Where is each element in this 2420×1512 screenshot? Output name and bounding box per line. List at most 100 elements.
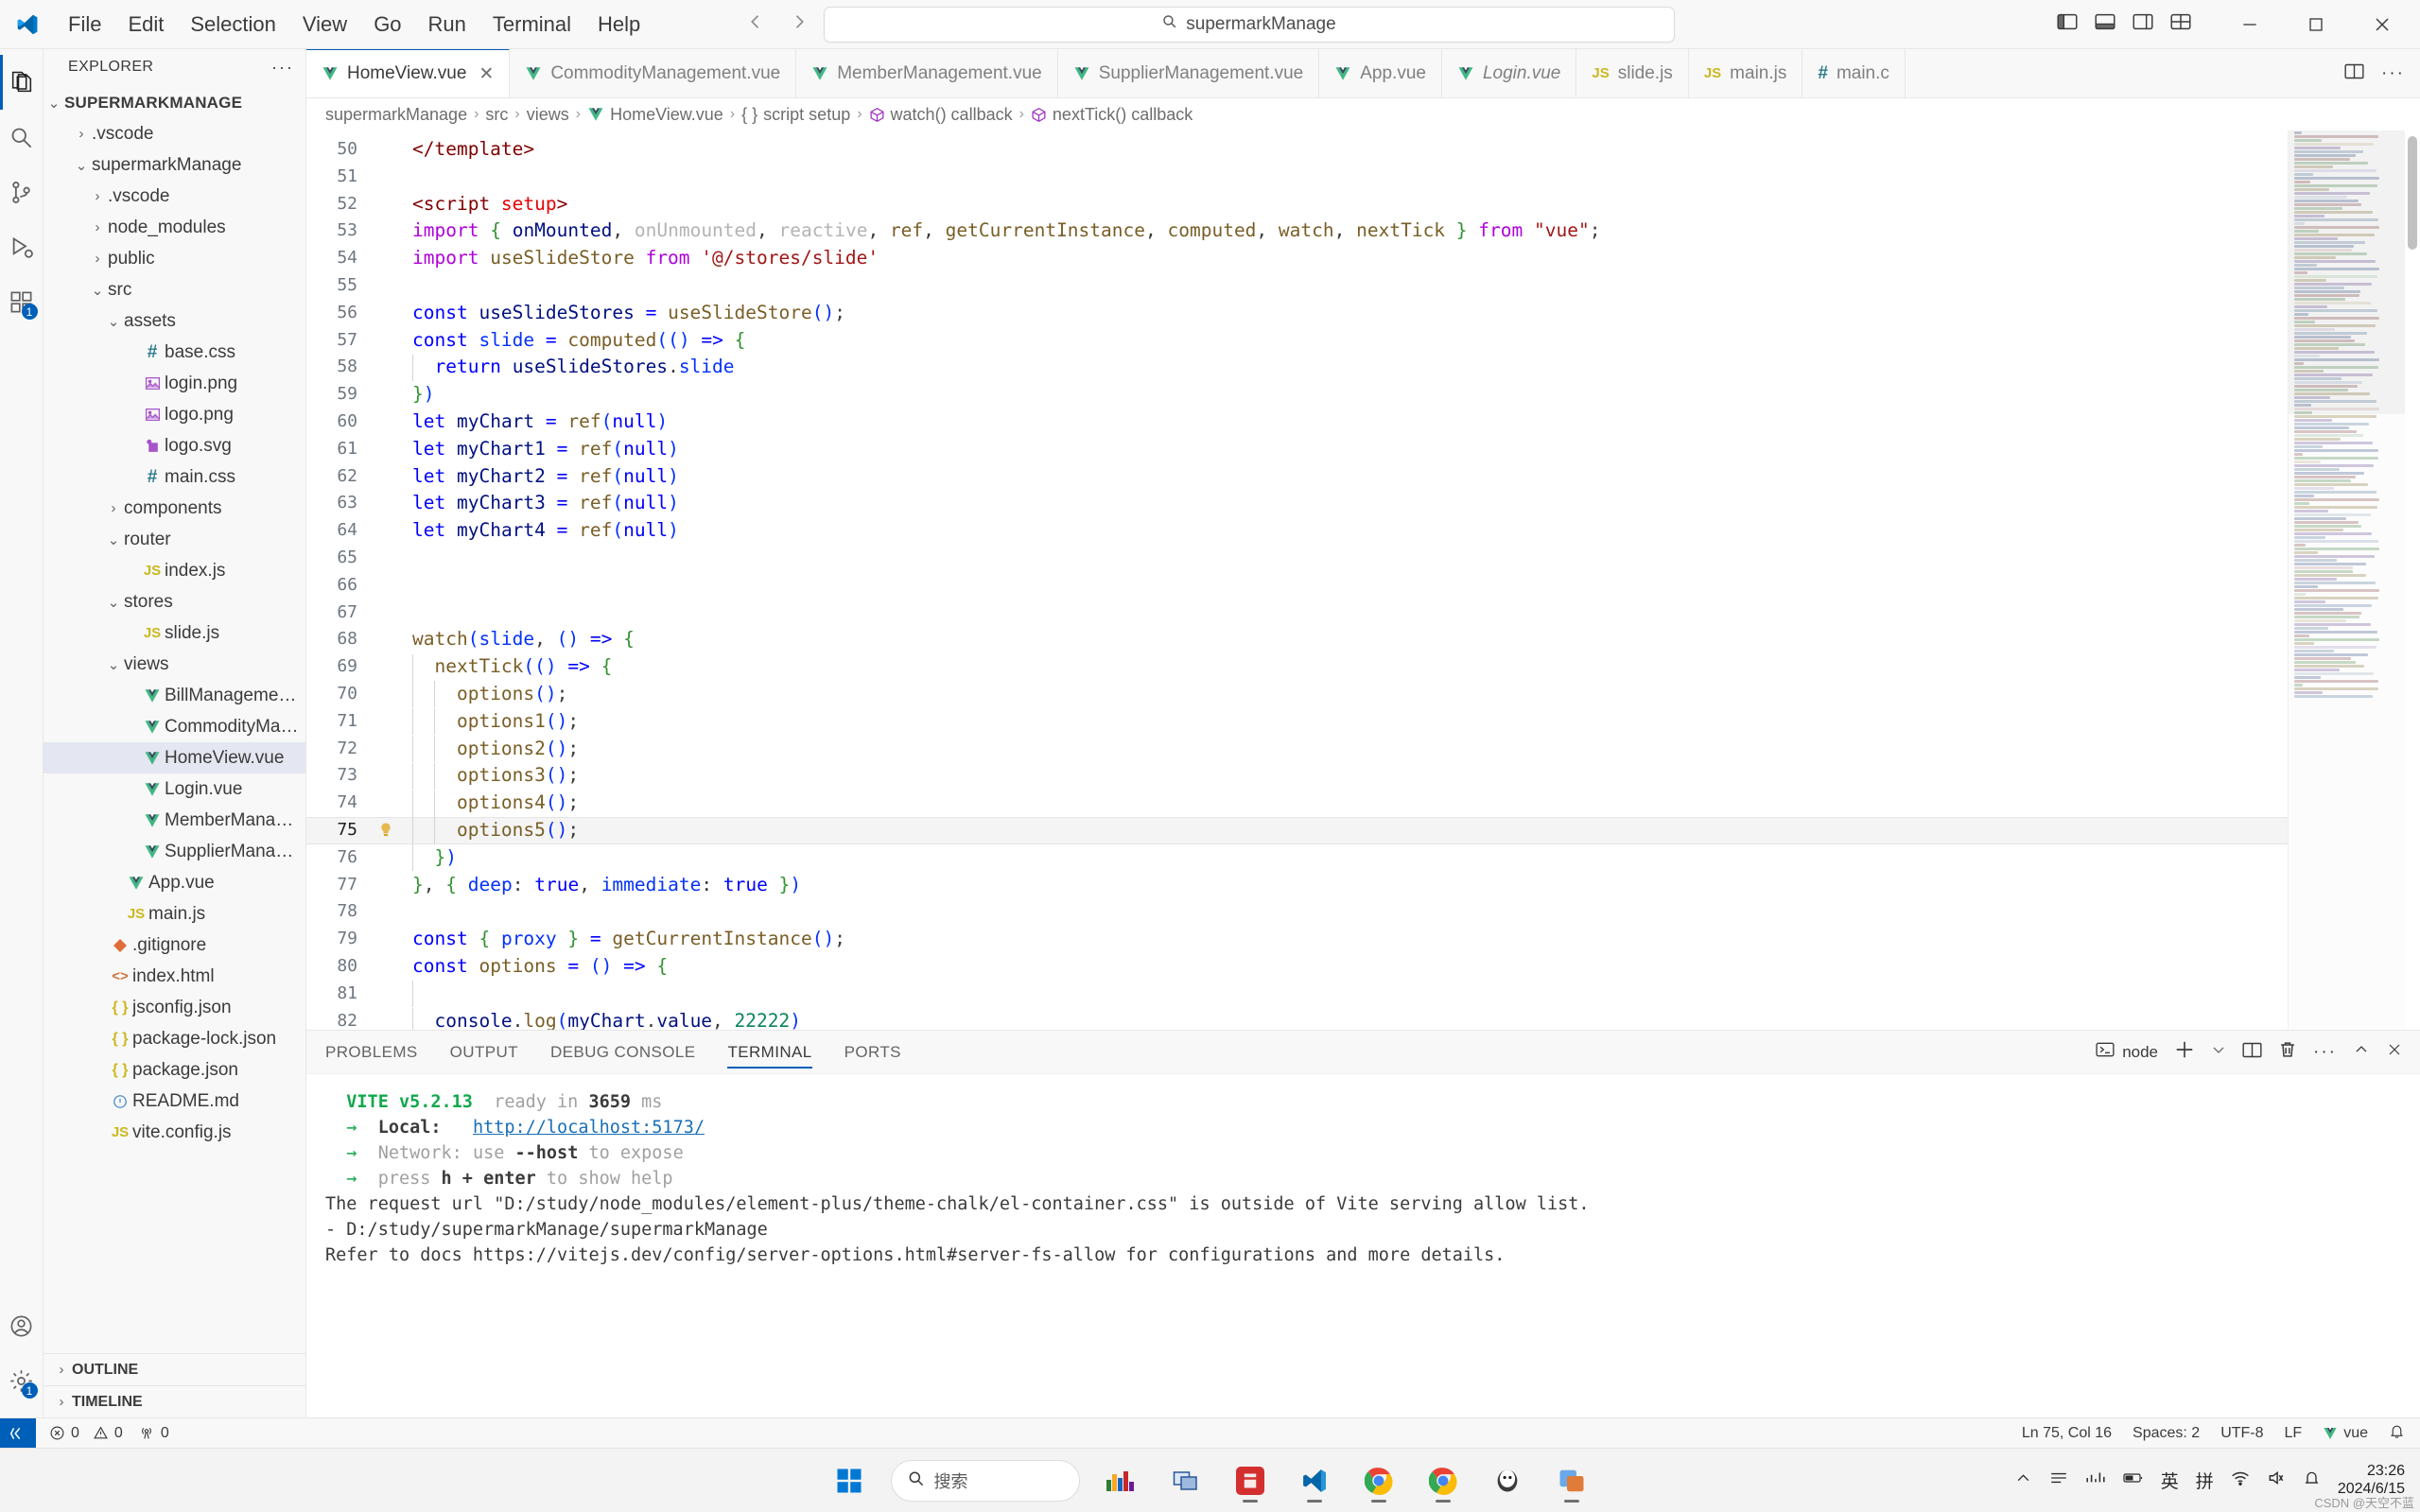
ime-mode-label[interactable]: 拼 [2196, 1468, 2214, 1493]
forward-arrow-icon[interactable] [790, 12, 809, 36]
terminal-instance-chip[interactable]: node [2096, 1041, 2158, 1063]
activity-source-control[interactable] [0, 165, 44, 219]
cursor-position[interactable]: Ln 75, Col 16 [2022, 1425, 2112, 1442]
code-line[interactable]: 70 options(); [306, 681, 2288, 708]
tree-item-login-vue[interactable]: Login.vue [44, 773, 305, 805]
app-taskbar-icon[interactable] [1549, 1458, 1594, 1503]
tree-item-src[interactable]: ⌄ src [44, 274, 305, 305]
tree-item-app-vue[interactable]: App.vue [44, 867, 305, 898]
activity-settings[interactable]: 1 [0, 1353, 44, 1408]
panel-tab-debug-console[interactable]: DEBUG CONSOLE [550, 1031, 696, 1074]
tree-item-vite-config-js[interactable]: JS vite.config.js [44, 1117, 305, 1148]
tree-item-components[interactable]: › components [44, 493, 305, 524]
editor-tab-membermanagement-vue[interactable]: MemberManagement.vue [796, 49, 1058, 97]
tree-item-main-css[interactable]: # main.css [44, 461, 305, 493]
trash-icon[interactable] [2278, 1040, 2297, 1064]
menu-file[interactable]: File [55, 8, 114, 42]
code-line[interactable]: 80 const options = () => { [306, 953, 2288, 981]
maximize-button[interactable] [2288, 1, 2344, 48]
status-problems[interactable]: 0 0 [49, 1425, 123, 1442]
breadcrumb-item[interactable]: watch() callback [869, 105, 1013, 125]
editor-more-actions-icon[interactable]: ··· [2381, 63, 2405, 84]
close-tab-icon[interactable]: ✕ [479, 63, 494, 85]
tree-root-row[interactable]: ⌄ SUPERMARKMANAGE [44, 87, 305, 118]
code-line[interactable]: 61 let myChart1 = ref(null) [306, 436, 2288, 463]
tree-item-node-modules[interactable]: › node_modules [44, 212, 305, 243]
editor-tab-main-c[interactable]: # main.c [1802, 49, 1906, 97]
editor-tab-app-vue[interactable]: App.vue [1319, 49, 1442, 97]
panel-tab-output[interactable]: OUTPUT [450, 1031, 518, 1074]
language-mode[interactable]: vue [2323, 1425, 2368, 1442]
panel-tab-ports[interactable]: PORTS [844, 1031, 901, 1074]
chrome-taskbar-icon[interactable] [1356, 1458, 1402, 1503]
split-editor-icon[interactable] [2344, 62, 2364, 85]
tree-item-membermanagement-vue[interactable]: MemberManagement.vue [44, 805, 305, 836]
tree-item-jsconfig-json[interactable]: { } jsconfig.json [44, 992, 305, 1023]
start-button-icon[interactable] [827, 1458, 872, 1503]
tree-item--vscode[interactable]: › .vscode [44, 118, 305, 149]
code-scroll-area[interactable]: 50 </template> 51 52 <script setup> 53 import … [306, 130, 2288, 1030]
editor-tab-main-js[interactable]: JS main.js [1688, 49, 1803, 97]
code-line[interactable]: 81 [306, 981, 2288, 1008]
back-arrow-icon[interactable] [746, 12, 765, 36]
menu-go[interactable]: Go [360, 8, 414, 42]
code-line[interactable]: 51 [306, 164, 2288, 191]
remote-indicator[interactable] [0, 1417, 36, 1449]
activity-explorer[interactable] [0, 55, 44, 110]
code-line[interactable]: 77}, { deep: true, immediate: true }) [306, 872, 2288, 899]
tree-item-router[interactable]: ⌄ router [44, 524, 305, 555]
editor-vertical-scrollbar[interactable] [2405, 130, 2420, 1030]
tree-item--gitignore[interactable]: .gitignore [44, 930, 305, 961]
maximize-panel-icon[interactable] [2353, 1042, 2370, 1062]
indentation[interactable]: Spaces: 2 [2133, 1425, 2200, 1442]
tree-item-base-css[interactable]: # base.css [44, 337, 305, 368]
line-ending[interactable]: LF [2285, 1425, 2303, 1442]
widgets-icon[interactable] [1099, 1458, 1144, 1503]
code-line[interactable]: 52 <script setup> [306, 191, 2288, 218]
code-line[interactable]: 73 options3(); [306, 762, 2288, 790]
tree-item-assets[interactable]: ⌄ assets [44, 305, 305, 337]
tree-item-index-js[interactable]: JS index.js [44, 555, 305, 586]
activity-search[interactable] [0, 110, 44, 165]
breadcrumb-item[interactable]: views [527, 105, 569, 125]
split-terminal-icon[interactable] [2242, 1041, 2262, 1064]
customize-layout-icon[interactable] [2170, 12, 2191, 36]
lightbulb-icon[interactable] [374, 822, 397, 839]
status-ports[interactable]: 0 [138, 1425, 169, 1442]
code-line[interactable]: 72 options2(); [306, 736, 2288, 763]
bell-icon[interactable] [2389, 1423, 2405, 1444]
code-line[interactable]: 65 [306, 545, 2288, 572]
chevron-down-icon[interactable] [2211, 1042, 2226, 1062]
tree-item-main-js[interactable]: JS main.js [44, 898, 305, 930]
sidebar-section-timeline[interactable]: › TIMELINE [44, 1385, 305, 1417]
close-panel-icon[interactable] [2386, 1042, 2403, 1062]
toggle-secondary-sidebar-icon[interactable] [2133, 12, 2153, 36]
taskbar-search-box[interactable]: 搜索 [890, 1459, 1080, 1502]
ime-toolbar-icon[interactable] [2049, 1469, 2068, 1491]
menu-run[interactable]: Run [415, 8, 479, 42]
notification-icon[interactable] [2303, 1469, 2321, 1491]
menu-help[interactable]: Help [584, 8, 653, 42]
code-line[interactable]: 57 const slide = computed(() => { [306, 327, 2288, 355]
menu-terminal[interactable]: Terminal [479, 8, 584, 42]
code-line[interactable]: 68 watch(slide, () => { [306, 626, 2288, 653]
tree-item-public[interactable]: › public [44, 243, 305, 274]
code-line[interactable]: 59}) [306, 381, 2288, 408]
breadcrumb-item[interactable]: supermarkManage [325, 105, 467, 125]
code-lines[interactable]: 50 </template> 51 52 <script setup> 53 import … [306, 130, 2288, 1030]
breadcrumb-item[interactable]: src [485, 105, 508, 125]
code-line[interactable]: 71 options1(); [306, 708, 2288, 736]
breadcrumb-item[interactable]: nextTick() callback [1031, 105, 1193, 125]
breadcrumb-item[interactable]: HomeView.vue [587, 105, 723, 125]
huawei-app-icon[interactable] [1227, 1458, 1273, 1503]
qq-taskbar-icon[interactable] [1485, 1458, 1530, 1503]
code-line[interactable]: 62 let myChart2 = ref(null) [306, 463, 2288, 491]
ime-language-label[interactable]: 英 [2161, 1468, 2179, 1493]
code-line[interactable]: 56 const useSlideStores = useSlideStore()… [306, 300, 2288, 327]
code-line[interactable]: 63 let myChart3 = ref(null) [306, 490, 2288, 517]
tree-item-readme-md[interactable]: README.md [44, 1086, 305, 1117]
code-line[interactable]: 69 nextTick(() => { [306, 653, 2288, 681]
editor-tab-homeview-vue[interactable]: HomeView.vue ✕ [306, 49, 511, 97]
code-line[interactable]: 55 [306, 272, 2288, 300]
activity-accounts[interactable] [0, 1298, 44, 1353]
